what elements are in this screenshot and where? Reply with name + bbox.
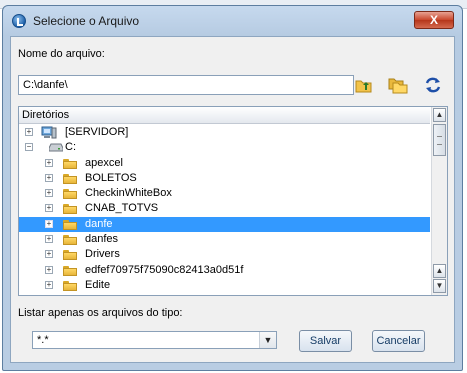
scroll-thumb[interactable]	[433, 124, 446, 156]
file-type-value: *.*	[37, 334, 49, 346]
folder-icon	[63, 265, 77, 276]
tree-row[interactable]: + [SERVIDOR]	[19, 125, 430, 140]
tree-row[interactable]: + danfe	[19, 216, 430, 233]
tree-row[interactable]: + edfef70975f75090c82413a0d51f	[19, 263, 430, 278]
tree-row[interactable]: + apexcel	[19, 156, 430, 171]
close-button[interactable]: X	[414, 11, 454, 29]
expand-icon[interactable]: +	[45, 280, 53, 289]
scroll-up-button[interactable]: ▲	[433, 108, 446, 122]
tree-row[interactable]: + Drivers	[19, 247, 430, 262]
tree-row[interactable]: + Edite	[19, 278, 430, 293]
tree-row[interactable]: + BOLETOS	[19, 171, 430, 186]
file-type-select[interactable]: *.* ▼	[32, 331, 277, 349]
expand-icon[interactable]: +	[45, 204, 53, 213]
cancel-button[interactable]: Cancelar	[372, 330, 425, 352]
expand-icon[interactable]: +	[45, 265, 53, 274]
directory-tree[interactable]: Diretórios + [SERVIDOR] − C: + apexcel + BOLETO…	[18, 106, 448, 296]
tree-scrollbar[interactable]: ▲ ▲ ▼	[431, 107, 447, 295]
folder-icon	[63, 189, 77, 200]
folder-icon	[63, 235, 77, 246]
save-button[interactable]: Salvar	[299, 330, 352, 352]
tree-row[interactable]: + CheckinWhiteBox	[19, 186, 430, 201]
tree-row[interactable]: + CNAB_TOTVS	[19, 201, 430, 216]
tree-row-label: [SERVIDOR]	[65, 126, 129, 138]
tree-row[interactable]: − C:	[19, 140, 430, 155]
expand-icon[interactable]: +	[45, 219, 53, 228]
tree-header: Diretórios	[19, 107, 430, 124]
tree-row-label: C:	[65, 141, 76, 154]
app-icon	[12, 14, 26, 28]
folder-icon	[63, 204, 77, 215]
folder-icon	[63, 280, 77, 291]
folder-up-button[interactable]	[354, 75, 374, 95]
folder-icon	[63, 173, 77, 184]
collapse-icon[interactable]: −	[25, 143, 33, 152]
folder-icon	[63, 219, 77, 230]
tree-row-label: CheckinWhiteBox	[85, 187, 172, 200]
refresh-button[interactable]	[423, 75, 443, 95]
expand-icon[interactable]: +	[45, 158, 53, 167]
tree-row-label: Drivers	[85, 248, 120, 261]
expand-icon[interactable]: +	[45, 235, 53, 244]
file-name-input[interactable]	[18, 75, 354, 95]
folder-icon	[63, 250, 77, 261]
drive-icon	[49, 143, 63, 152]
tree-row-label: CNAB_TOTVS	[85, 202, 159, 215]
tree-row-label: BOLETOS	[85, 171, 137, 184]
new-folder-icon	[388, 78, 408, 94]
expand-icon[interactable]: +	[45, 173, 53, 182]
refresh-icon	[425, 77, 441, 93]
tree-row[interactable]: + danfes	[19, 232, 430, 247]
title-bar[interactable]: Selecione o Arquivo X	[3, 6, 462, 36]
tree-row-label: danfe	[85, 217, 113, 230]
tree-row-label: apexcel	[85, 156, 123, 169]
tree-row-label: edfef70975f75090c82413a0d51f	[85, 263, 244, 276]
expand-icon[interactable]: +	[25, 128, 33, 136]
server-icon	[41, 126, 57, 139]
folder-icon	[63, 158, 77, 169]
scroll-down-button[interactable]: ▲	[433, 264, 446, 278]
window-title: Selecione o Arquivo	[33, 14, 140, 28]
chevron-down-icon[interactable]: ▼	[259, 332, 276, 348]
file-name-label: Nome do arquivo:	[18, 48, 105, 60]
scroll-end-button[interactable]: ▼	[433, 279, 446, 293]
tree-row-label: Edite	[85, 278, 111, 291]
tree-row-label: danfes	[85, 233, 119, 246]
new-folder-button[interactable]	[388, 75, 408, 95]
filter-label: Listar apenas os arquivos do tipo:	[18, 307, 183, 319]
expand-icon[interactable]: +	[45, 250, 53, 259]
expand-icon[interactable]: +	[45, 189, 53, 198]
folder-up-icon	[355, 80, 372, 93]
tree-rows: + [SERVIDOR] − C: + apexcel + BOLETOS + CheckinWh…	[19, 125, 430, 293]
